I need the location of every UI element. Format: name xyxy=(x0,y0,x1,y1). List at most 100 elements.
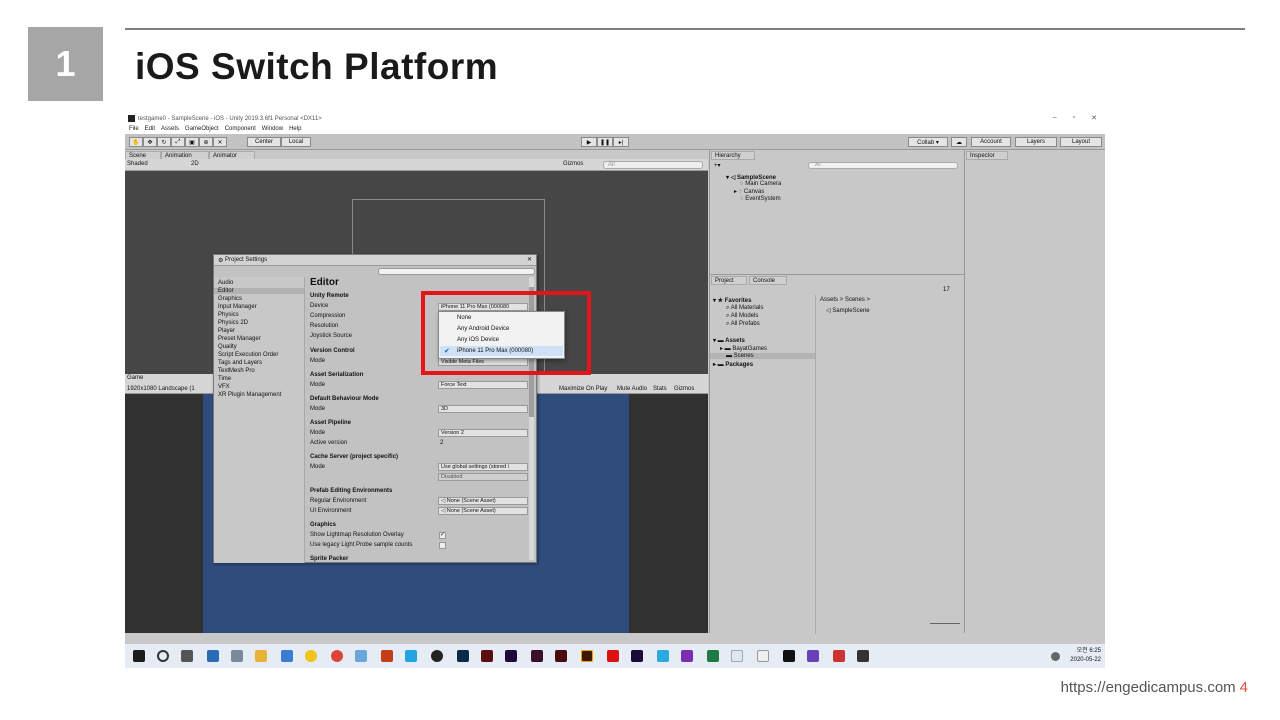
zoom-slider[interactable] xyxy=(930,623,960,624)
kakaotalk-icon[interactable] xyxy=(305,650,317,662)
fav-all-models[interactable]: ⌕ All Models xyxy=(726,313,758,320)
after-effects-icon[interactable] xyxy=(505,650,517,662)
mode-2d-toggle[interactable]: 2D xyxy=(191,161,199,167)
layout-button[interactable]: Layout xyxy=(1060,137,1102,147)
acrobat-icon[interactable] xyxy=(607,650,619,662)
project-breadcrumb[interactable]: Assets > Scenes > xyxy=(820,297,870,303)
close-button[interactable]: ✕ xyxy=(1091,114,1097,122)
assets-folder[interactable]: ▾ ▬ Assets xyxy=(713,337,745,344)
gizmos-dropdown[interactable]: Gizmos xyxy=(563,161,583,167)
app-icon[interactable] xyxy=(731,650,743,662)
system-clock[interactable]: 오전 6:25 2020-05-22 xyxy=(1070,647,1101,665)
packages-folder[interactable]: ▸ ▬ Packages xyxy=(713,361,753,368)
hierarchy-item-canvas[interactable]: ▸ ◌ Canvas xyxy=(734,188,764,195)
photoshop-icon[interactable] xyxy=(457,650,469,662)
illustrator-icon[interactable] xyxy=(581,650,593,662)
layers-button[interactable]: Layers xyxy=(1015,137,1057,147)
sidebar-item-player[interactable]: Player xyxy=(218,328,235,334)
menu-component[interactable]: Component xyxy=(225,126,256,132)
unity-icon[interactable] xyxy=(783,650,795,662)
file-explorer-icon[interactable] xyxy=(255,650,267,662)
move-tool-button[interactable]: ✥ xyxy=(143,137,157,147)
scene-search[interactable]: All xyxy=(603,161,703,169)
rotate-tool-button[interactable]: ↻ xyxy=(157,137,171,147)
xd-icon[interactable] xyxy=(531,650,543,662)
folder-scenes[interactable]: ▬ Scenes xyxy=(710,353,815,359)
sidebar-item-quality[interactable]: Quality xyxy=(218,344,237,350)
onenote-icon[interactable] xyxy=(681,650,693,662)
menu-window[interactable]: Window xyxy=(262,126,283,132)
unity-hub-icon[interactable] xyxy=(757,650,769,662)
tab-game[interactable]: Game xyxy=(127,375,143,381)
mail-icon[interactable] xyxy=(207,650,219,662)
app-icon[interactable] xyxy=(281,650,293,662)
regular-env-field[interactable]: ◁ None (Scene Asset) xyxy=(438,497,528,505)
search-icon[interactable] xyxy=(157,650,169,662)
legacy-probe-checkbox[interactable] xyxy=(439,542,446,549)
folder-bayatgames[interactable]: ▸ ▬ BayatGames xyxy=(720,345,767,352)
sidebar-item-editor[interactable]: Editor xyxy=(214,288,304,294)
tab-project[interactable]: Project xyxy=(711,276,747,285)
custom-tool-button[interactable]: ✕ xyxy=(213,137,227,147)
tab-console[interactable]: Console xyxy=(749,276,787,285)
sidebar-item-xr-plugin-management[interactable]: XR Plugin Management xyxy=(218,392,281,398)
menu-assets[interactable]: Assets xyxy=(161,126,179,132)
maximize-on-play-toggle[interactable]: Maximize On Play xyxy=(559,386,607,392)
maximize-button[interactable]: ▫ xyxy=(1073,114,1075,122)
scale-tool-button[interactable]: ⤢ xyxy=(171,137,185,147)
file-samplescene[interactable]: ◁ SampleScene xyxy=(826,307,870,314)
sidebar-item-graphics[interactable]: Graphics xyxy=(218,296,242,302)
indesign-icon[interactable] xyxy=(555,650,567,662)
pause-button[interactable]: ❚❚ xyxy=(597,137,613,147)
transform-tool-button[interactable]: ⊕ xyxy=(199,137,213,147)
fav-all-prefabs[interactable]: ⌕ All Prefabs xyxy=(726,321,760,328)
menu-edit[interactable]: Edit xyxy=(145,126,155,132)
sidebar-item-physics-2d[interactable]: Physics 2D xyxy=(218,320,248,326)
sidebar-item-script-execution-order[interactable]: Script Execution Order xyxy=(218,352,278,358)
app-icon[interactable] xyxy=(355,650,367,662)
cloud-icon[interactable]: ☁ xyxy=(951,137,967,147)
premiere-icon[interactable] xyxy=(631,650,643,662)
hierarchy-item-eventsystem[interactable]: ◌ EventSystem xyxy=(740,196,781,202)
hierarchy-item-main-camera[interactable]: ◌ Main Camera xyxy=(740,181,781,187)
menu-gameobject[interactable]: GameObject xyxy=(185,126,219,132)
collab-button[interactable]: Collab ▾ xyxy=(908,137,948,147)
excel-icon[interactable] xyxy=(707,650,719,662)
fav-all-materials[interactable]: ⌕ All Materials xyxy=(726,305,763,312)
footer-url[interactable]: https://engedicampus.com xyxy=(1061,679,1236,696)
sidebar-item-physics[interactable]: Physics xyxy=(218,312,239,318)
vscode-icon[interactable] xyxy=(405,650,417,662)
hierarchy-add-button[interactable]: +▾ xyxy=(714,162,721,169)
animate-icon[interactable] xyxy=(481,650,493,662)
pen-icon[interactable] xyxy=(1051,652,1060,661)
sidebar-item-tags-and-layers[interactable]: Tags and Layers xyxy=(218,360,262,366)
close-icon[interactable]: ✕ xyxy=(527,256,532,263)
pivot-center-button[interactable]: Center xyxy=(247,137,281,147)
rect-tool-button[interactable]: ▣ xyxy=(185,137,199,147)
sidebar-item-input-manager[interactable]: Input Manager xyxy=(218,304,257,310)
mute-audio-toggle[interactable]: Mute Audio xyxy=(617,386,647,392)
sidebar-item-preset-manager[interactable]: Preset Manager xyxy=(218,336,261,342)
as-mode-dropdown[interactable]: Force Text xyxy=(438,381,528,389)
chrome-icon[interactable] xyxy=(331,650,343,662)
hierarchy-search[interactable]: All xyxy=(808,162,958,169)
sidebar-item-textmesh-pro[interactable]: TextMesh Pro xyxy=(218,368,255,374)
hierarchy-scene-root[interactable]: ▾ ◁ SampleScene xyxy=(726,174,776,181)
powerpoint-icon[interactable] xyxy=(381,650,393,662)
lightmap-overlay-checkbox[interactable]: ✓ xyxy=(439,532,446,539)
tools-icon[interactable] xyxy=(231,650,243,662)
favorites-folder[interactable]: ▾ ★ Favorites xyxy=(713,297,751,304)
settings-search[interactable] xyxy=(378,268,535,275)
visual-studio-icon[interactable] xyxy=(807,650,819,662)
stats-toggle[interactable]: Stats xyxy=(653,386,667,392)
ap-mode-dropdown[interactable]: Version 2 xyxy=(438,429,528,437)
hand-tool-button[interactable]: ✋ xyxy=(129,137,143,147)
menu-file[interactable]: File xyxy=(129,126,139,132)
windows-start-icon[interactable] xyxy=(133,650,145,662)
tab-hierarchy[interactable]: Hierarchy xyxy=(711,151,755,160)
filezilla-icon[interactable] xyxy=(833,650,845,662)
db-mode-dropdown[interactable]: 3D xyxy=(438,405,528,413)
pivot-local-button[interactable]: Local xyxy=(281,137,311,147)
sidebar-item-vfx[interactable]: VFX xyxy=(218,384,230,390)
sidebar-item-audio[interactable]: Audio xyxy=(218,280,233,286)
